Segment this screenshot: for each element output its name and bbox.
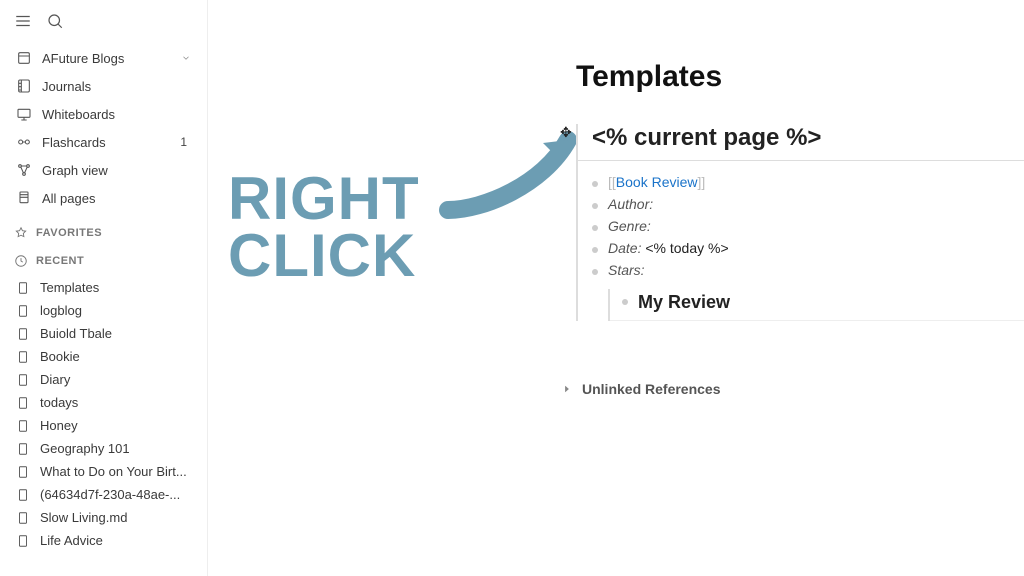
favorites-label: FAVORITES — [36, 227, 102, 239]
field-date-value: <% today %> — [645, 240, 728, 256]
recent-item[interactable]: logblog — [6, 299, 201, 322]
recent-label: Geography 101 — [40, 441, 191, 456]
refs-label: Unlinked References — [582, 381, 721, 397]
page-link[interactable]: Book Review — [616, 174, 698, 190]
divider — [578, 160, 1024, 161]
template-block[interactable]: ✥ <% current page %> [[Book Review]] Aut… — [576, 124, 1024, 321]
recent-label: Slow Living.md — [40, 510, 191, 525]
page-icon — [16, 373, 30, 387]
page-icon — [16, 396, 30, 410]
nav-graph[interactable]: Graph view — [6, 156, 201, 184]
recent-item[interactable]: What to Do on Your Birt... — [6, 460, 201, 483]
unlinked-references[interactable]: Unlinked References — [562, 381, 1024, 397]
recent-item[interactable]: (64634d7f-230a-48ae-... — [6, 483, 201, 506]
graph-icon — [16, 162, 32, 178]
recent-label: Honey — [40, 418, 191, 433]
box-icon — [16, 50, 32, 66]
recent-item[interactable]: Honey — [6, 414, 201, 437]
flashcards-icon — [16, 134, 32, 150]
recent-label: RECENT — [36, 255, 84, 267]
bullet-dot-icon — [592, 181, 598, 187]
recent-section[interactable]: RECENT — [0, 244, 207, 272]
journal-icon — [16, 78, 32, 94]
favorites-section[interactable]: FAVORITES — [0, 216, 207, 244]
nav-all-pages[interactable]: All pages — [6, 184, 201, 212]
page-icon — [16, 281, 30, 295]
chevron-right-icon — [562, 384, 572, 394]
recent-label: Diary — [40, 372, 191, 387]
page-icon — [16, 350, 30, 364]
recent-item[interactable]: Diary — [6, 368, 201, 391]
sidebar: AFuture Blogs Journals Whiteboards Flash… — [0, 0, 208, 576]
bullet-link[interactable]: [[Book Review]] — [592, 171, 1024, 193]
page-icon — [16, 465, 30, 479]
field-author: Author: — [608, 196, 653, 212]
search-icon[interactable] — [46, 12, 64, 30]
main-content: Templates RIGHT CLICK ✥ <% current page … — [208, 0, 1024, 576]
workspace-switcher[interactable]: AFuture Blogs — [6, 44, 201, 72]
bullet-dot-icon — [592, 203, 598, 209]
page-icon — [16, 419, 30, 433]
recent-item[interactable]: todays — [6, 391, 201, 414]
recent-item[interactable]: Bookie — [6, 345, 201, 368]
bullet-author[interactable]: Author: — [592, 193, 1024, 215]
bullet-date[interactable]: Date: <% today %> — [592, 237, 1024, 259]
nav-journals[interactable]: Journals — [6, 72, 201, 100]
bullet-dot-icon — [592, 225, 598, 231]
page-title: Templates — [576, 60, 1024, 94]
star-icon — [14, 226, 28, 240]
nav-label: Journals — [42, 79, 191, 94]
nav-label: Flashcards — [42, 135, 170, 150]
nav-flashcards[interactable]: Flashcards 1 — [6, 128, 201, 156]
recent-item[interactable]: Slow Living.md — [6, 506, 201, 529]
nav-badge: 1 — [180, 135, 191, 149]
recent-label: Templates — [40, 280, 191, 295]
page-icon — [16, 304, 30, 318]
sub-block[interactable]: My Review — [608, 289, 1024, 321]
page-icon — [16, 534, 30, 548]
whiteboard-icon — [16, 106, 32, 122]
block-heading[interactable]: <% current page %> — [592, 124, 1024, 158]
clock-icon — [14, 254, 28, 268]
workspace-label: AFuture Blogs — [42, 51, 171, 66]
chevron-down-icon — [181, 51, 191, 66]
page-icon — [16, 488, 30, 502]
bullet-stars[interactable]: Stars: — [592, 259, 1024, 281]
field-genre: Genre: — [608, 218, 651, 234]
bullet-dot-icon — [592, 247, 598, 253]
field-stars: Stars: — [608, 262, 645, 278]
recent-label: Bookie — [40, 349, 191, 364]
bullet-dot-icon — [622, 299, 628, 305]
bullet-dot-icon — [592, 269, 598, 275]
recent-label: Buiold Tbale — [40, 326, 191, 341]
annotation-line2: CLICK — [228, 227, 420, 284]
annotation-line1: RIGHT — [228, 170, 420, 227]
page-icon — [16, 327, 30, 341]
recent-item[interactable]: Templates — [6, 276, 201, 299]
recent-item[interactable]: Life Advice — [6, 529, 201, 552]
field-date-label: Date: — [608, 240, 641, 256]
cursor-icon: ✥ — [560, 124, 572, 141]
recent-label: What to Do on Your Birt... — [40, 464, 191, 479]
page-icon — [16, 442, 30, 456]
recent-item[interactable]: Geography 101 — [6, 437, 201, 460]
nav-label: Graph view — [42, 163, 191, 178]
nav-whiteboards[interactable]: Whiteboards — [6, 100, 201, 128]
divider — [610, 320, 1024, 321]
recent-label: Life Advice — [40, 533, 191, 548]
recent-label: (64634d7f-230a-48ae-... — [40, 487, 191, 502]
nav-label: All pages — [42, 191, 191, 206]
pages-icon — [16, 190, 32, 206]
bullet-genre[interactable]: Genre: — [592, 215, 1024, 237]
page-icon — [16, 511, 30, 525]
recent-item[interactable]: Buiold Tbale — [6, 322, 201, 345]
sub-heading[interactable]: My Review — [638, 292, 730, 313]
recent-label: todays — [40, 395, 191, 410]
nav-label: Whiteboards — [42, 107, 191, 122]
hamburger-icon[interactable] — [14, 12, 32, 30]
annotation-text: RIGHT CLICK — [228, 170, 420, 284]
recent-label: logblog — [40, 303, 191, 318]
